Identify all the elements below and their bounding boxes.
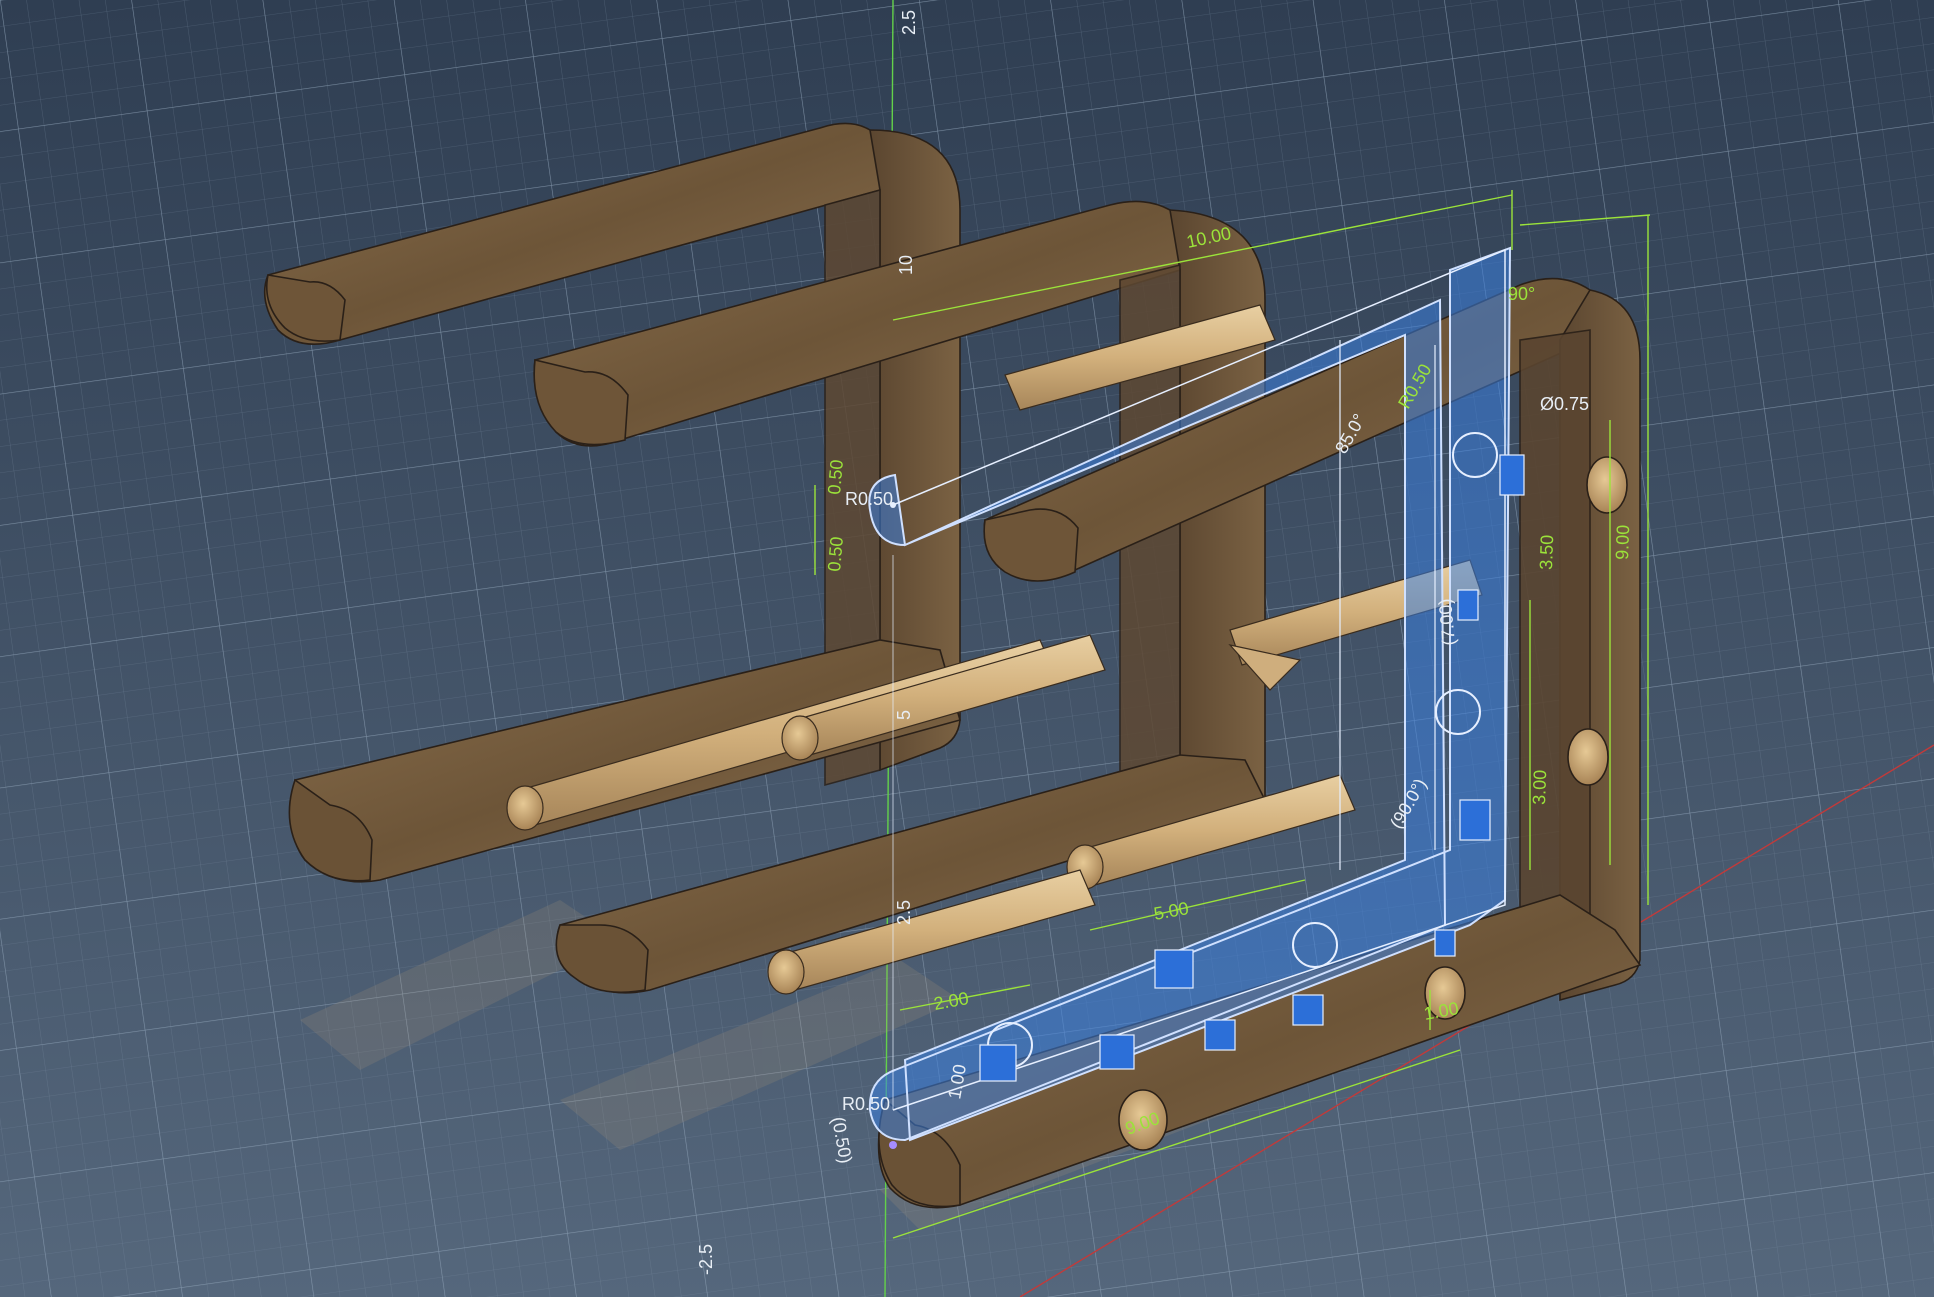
cad-3d-viewport[interactable]: 10.00 9.00 Ø0.75 3.50 3.00 5.00 2.00 1.0… — [0, 0, 1934, 1297]
dim-diameter[interactable]: Ø0.75 — [1540, 394, 1589, 414]
axis-label-neg: -2.5 — [696, 1244, 716, 1275]
dim-corner-angle[interactable]: 90° — [1508, 284, 1535, 304]
dim-radius-top[interactable]: R0.50 — [845, 489, 893, 509]
axis-label-5: 5 — [894, 710, 914, 720]
sketch-point[interactable] — [889, 1141, 897, 1149]
dim-right-height[interactable]: 9.00 — [1612, 524, 1633, 560]
dim-radius-bottom[interactable]: R0.50 — [842, 1094, 890, 1114]
dim-left-050a[interactable]: 0.50 — [824, 459, 847, 496]
dim-ref-700[interactable]: (7.00) — [1435, 598, 1459, 647]
axis-label-25: 2.5 — [894, 900, 914, 925]
axis-label-top: 2.5 — [899, 10, 919, 35]
axis-label-10: 10 — [896, 255, 916, 275]
dim-350[interactable]: 3.50 — [1536, 534, 1557, 570]
dim-left-050b[interactable]: 0.50 — [824, 536, 847, 573]
dim-300[interactable]: 3.00 — [1529, 769, 1550, 805]
